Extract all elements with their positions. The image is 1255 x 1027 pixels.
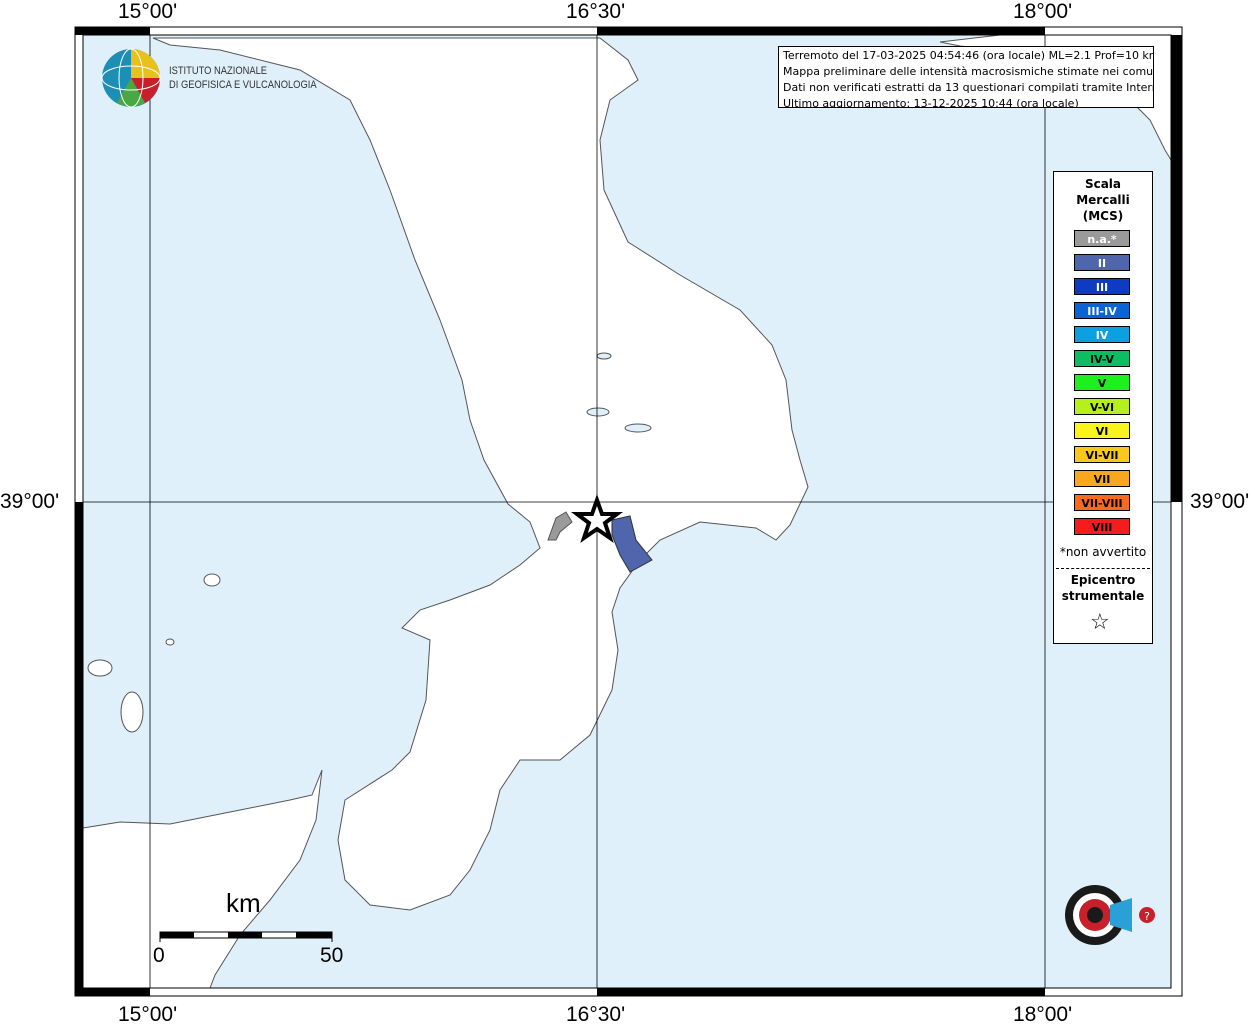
info-line-1: Terremoto del 17-03-2025 04:54:46 (ora l…: [783, 49, 1154, 62]
info-line-3: Dati non verificati estratti da 13 quest…: [783, 81, 1154, 94]
legend-item: VII: [1074, 470, 1130, 487]
right-tick-label-1: 39°00': [1190, 490, 1250, 513]
ingv-line-1: ISTITUTO NAZIONALE: [169, 65, 268, 77]
info-line-4: Ultimo aggiornamento: 13-12-2025 10:44 (…: [783, 97, 1079, 108]
bottom-tick-label-2: 16°30': [566, 1003, 626, 1026]
bottom-tick-label-1: 15°00': [118, 1003, 178, 1026]
legend-title-line-1: Scala: [1084, 177, 1122, 191]
island-1: [87, 659, 113, 677]
island-3: [203, 573, 221, 587]
legend-item: V-VI: [1074, 398, 1130, 415]
legend-item: VI: [1074, 422, 1130, 439]
left-tick-label-1: 39°00': [0, 490, 60, 513]
legend-item: VII-VIII: [1074, 494, 1130, 511]
lake-3: [624, 423, 652, 433]
island-2: [120, 691, 144, 733]
island-4: [165, 638, 175, 646]
legend-title-line-2: Mercalli: [1076, 193, 1130, 207]
legend-item: III: [1074, 278, 1130, 295]
legend-title-line-3: (MCS): [1082, 209, 1124, 223]
lake-1: [596, 352, 612, 360]
top-tick-label-1: 15°00': [118, 0, 178, 23]
scalebar-end: 50: [320, 944, 344, 967]
globe-icon: [101, 48, 161, 108]
legend-item: V: [1074, 374, 1130, 391]
svg-text:?: ?: [1144, 910, 1150, 923]
legend-epicenter-line-1: Epicentro: [1070, 573, 1136, 587]
event-info-box: Terremoto del 17-03-2025 04:54:46 (ora l…: [778, 46, 1154, 108]
legend-item: VI-VII: [1074, 446, 1130, 463]
bottom-tick-label-3: 18°00': [1013, 1003, 1073, 1026]
ingv-logo-text: ISTITUTO NAZIONALE DI GEOFISICA E VULCAN…: [169, 64, 317, 92]
legend-item: II: [1074, 254, 1130, 271]
legend-epicenter-label: Epicentro strumentale: [1054, 572, 1152, 604]
legend-item: n.a.*: [1074, 230, 1130, 247]
legend-note: *non avvertito: [1059, 545, 1147, 559]
legend-item: III-IV: [1074, 302, 1130, 319]
info-line-2: Mappa preliminare delle intensità macros…: [783, 65, 1154, 78]
legend-item: IV: [1074, 326, 1130, 343]
legend-item: VIII: [1074, 518, 1130, 535]
top-tick-label-2: 16°30': [566, 0, 626, 23]
scalebar-start: 0: [153, 944, 165, 967]
legend-epicenter-line-2: strumentale: [1061, 589, 1145, 603]
star-icon: ☆: [1090, 610, 1110, 635]
scalebar-unit: km: [226, 888, 261, 918]
ingv-line-2: DI GEOFISICA E VULCANOLOGIA: [169, 79, 317, 91]
legend-divider: [1056, 568, 1150, 569]
lake-2: [586, 407, 610, 417]
legend-title: Scala Mercalli (MCS): [1054, 176, 1152, 224]
top-tick-label-3: 18°00': [1013, 0, 1073, 23]
legend-item: IV-V: [1074, 350, 1130, 367]
mcs-legend: Scala Mercalli (MCS) n.a.* II III III-IV IV I…: [1053, 171, 1153, 644]
